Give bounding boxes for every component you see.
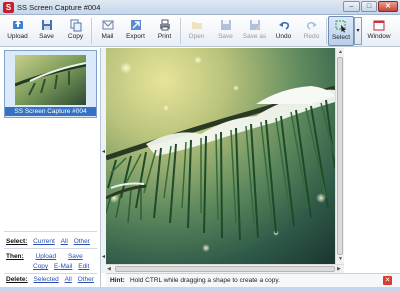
envelope-icon <box>102 20 113 30</box>
capture-thumbnail[interactable]: SS Screen Capture #004 <box>4 50 97 118</box>
then-email-link[interactable]: E-Mail <box>54 263 72 270</box>
mail-label: Mail <box>101 33 114 40</box>
print-button[interactable]: Print <box>150 16 179 46</box>
maximize-button[interactable]: □ <box>361 1 377 12</box>
upload-label: Upload <box>7 33 28 40</box>
upload-icon <box>12 20 23 29</box>
hint-bar: Hint: Hold CTRL while dragging a shape t… <box>106 273 400 287</box>
collapse-arrow-icon[interactable]: ◂ <box>102 148 105 155</box>
select-current-link[interactable]: Current <box>33 238 55 245</box>
window-frame <box>0 287 400 291</box>
hint-label: Hint: <box>110 277 125 284</box>
then-commands-row2: Copy E-Mail Edit <box>33 263 89 270</box>
floppy-disk-icon <box>220 20 231 30</box>
delete-command-label: Delete: <box>6 276 28 283</box>
open-button[interactable]: Open <box>182 16 211 46</box>
vertical-scrollbar[interactable]: ▲ ▼ <box>335 48 344 264</box>
save-label: Save <box>39 33 54 40</box>
toolbar-separator <box>326 18 327 44</box>
capture-list-panel: SS Screen Capture #004 Select: Current A… <box>0 48 101 287</box>
title-bar: S SS Screen Capture #004 – □ ✕ <box>0 0 400 15</box>
export-button[interactable]: Export <box>121 16 150 46</box>
redo-button[interactable]: Redo <box>297 16 326 46</box>
save-label: Save <box>218 33 233 40</box>
then-upload-link[interactable]: Upload <box>36 253 57 260</box>
select-command-label: Select: <box>6 238 28 245</box>
collapse-arrow-icon[interactable]: ◂ <box>102 253 105 260</box>
select-commands: Select: Current All Other <box>6 238 90 245</box>
save-as-label: Save as <box>242 33 267 40</box>
hint-close-button[interactable]: ✕ <box>383 276 392 285</box>
then-save-link[interactable]: Save <box>68 253 83 260</box>
horizontal-scrollbar[interactable]: ◀ ▶ <box>106 264 344 273</box>
toolbar-separator <box>180 18 181 44</box>
delete-commands: Delete: Selected All Other <box>6 276 94 283</box>
save-as-button[interactable]: Save as <box>240 16 269 46</box>
divider <box>4 231 97 232</box>
window-button[interactable]: Window <box>364 16 394 46</box>
undo-label: Undo <box>275 33 292 40</box>
mail-button[interactable]: Mail <box>93 16 122 46</box>
horizontal-scroll-thumb[interactable] <box>115 266 335 272</box>
select-button[interactable]: Select <box>328 16 354 46</box>
save-as-icon <box>249 20 261 31</box>
delete-other-link[interactable]: Other <box>78 276 94 283</box>
save-disabled-button[interactable]: Save <box>211 16 240 46</box>
export-label: Export <box>126 33 145 40</box>
delete-selected-link[interactable]: Selected <box>34 276 59 283</box>
thumbnail-caption: SS Screen Capture #004 <box>5 107 96 116</box>
scroll-up-arrow-icon[interactable]: ▲ <box>338 49 343 55</box>
printer-icon <box>159 19 170 31</box>
save-button[interactable]: Save <box>32 16 61 46</box>
then-command-label: Then: <box>6 253 24 260</box>
folder-icon <box>191 22 202 29</box>
print-label: Print <box>157 33 172 40</box>
hint-text: Hold CTRL while dragging a shape to crea… <box>130 277 280 284</box>
redo-arrow-icon <box>306 21 317 30</box>
window-label: Window <box>367 33 391 40</box>
redo-label: Redo <box>303 33 320 40</box>
undo-arrow-icon <box>278 21 289 30</box>
divider <box>4 273 97 274</box>
window-title: SS Screen Capture #004 <box>17 3 101 12</box>
scroll-down-arrow-icon[interactable]: ▼ <box>338 256 343 262</box>
select-cursor-icon <box>335 20 346 33</box>
vertical-scroll-thumb[interactable] <box>337 57 343 255</box>
delete-all-link[interactable]: All <box>65 276 72 283</box>
captured-image <box>106 48 336 264</box>
select-all-link[interactable]: All <box>61 238 68 245</box>
select-dropdown-button[interactable]: ▾ <box>354 17 362 45</box>
select-other-link[interactable]: Other <box>74 238 90 245</box>
copy-button[interactable]: Copy <box>61 16 90 46</box>
image-canvas[interactable] <box>106 48 344 264</box>
copy-icon <box>70 19 81 32</box>
thumbnail-image <box>15 55 86 105</box>
divider <box>4 248 97 249</box>
scroll-left-arrow-icon[interactable]: ◀ <box>107 266 111 272</box>
floppy-disk-icon <box>41 20 52 30</box>
toolbar: Upload Save Copy Mail Export Print Open … <box>0 15 400 47</box>
copy-label: Copy <box>67 33 84 40</box>
app-icon: S <box>3 2 14 13</box>
upload-button[interactable]: Upload <box>3 16 32 46</box>
then-commands: Then: Upload Save <box>6 253 83 260</box>
then-edit-link[interactable]: Edit <box>78 263 89 270</box>
open-label: Open <box>188 33 205 40</box>
then-copy-link[interactable]: Copy <box>33 263 48 270</box>
export-icon <box>130 20 141 30</box>
scroll-right-arrow-icon[interactable]: ▶ <box>337 266 341 272</box>
close-button[interactable]: ✕ <box>378 1 398 12</box>
window-icon <box>373 20 385 31</box>
undo-button[interactable]: Undo <box>269 16 298 46</box>
toolbar-separator <box>91 18 92 44</box>
select-label: Select <box>331 34 351 41</box>
minimize-button[interactable]: – <box>343 1 360 12</box>
